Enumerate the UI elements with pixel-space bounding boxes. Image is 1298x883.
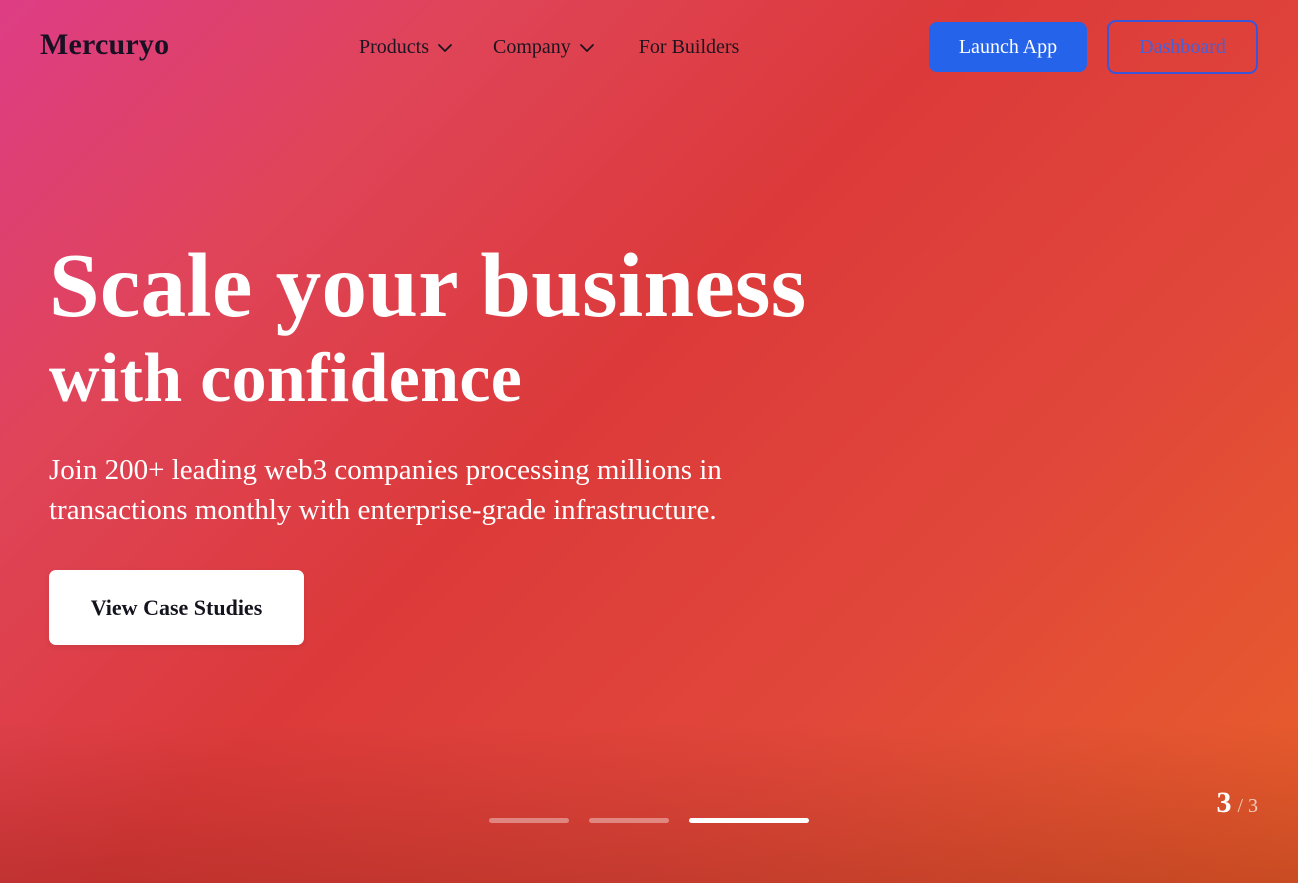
view-case-studies-button[interactable]: View Case Studies xyxy=(49,570,304,645)
nav-item-products[interactable]: Products xyxy=(359,36,453,59)
hero-subtitle: Join 200+ leading web3 companies process… xyxy=(49,454,722,526)
nav-links: Products Company For Builders xyxy=(359,36,739,59)
background-shade xyxy=(0,723,1298,883)
chevron-down-icon xyxy=(437,40,453,56)
carousel-dot-2[interactable] xyxy=(589,818,669,823)
slide-counter-separator: / xyxy=(1237,795,1243,817)
chevron-down-icon xyxy=(579,40,595,56)
slide-counter-current: 3 xyxy=(1216,786,1232,819)
nav-item-label: For Builders xyxy=(638,36,740,58)
dashboard-button[interactable]: Dashboard xyxy=(1107,20,1258,74)
carousel-dot-1[interactable] xyxy=(489,818,569,823)
carousel-dot-3-active[interactable] xyxy=(689,818,809,823)
slide-counter-total: 3 xyxy=(1248,795,1258,817)
hero-title: Scale your business with confidence xyxy=(49,240,806,414)
nav-item-label: Products xyxy=(359,36,429,58)
hero-title-line-1: Scale your business xyxy=(49,235,807,336)
slide-counter: 3 / 3 xyxy=(1216,786,1258,820)
nav-item-for-builders[interactable]: For Builders xyxy=(639,36,740,59)
brand-logo[interactable]: Mercuryo xyxy=(40,28,169,62)
top-navigation: Mercuryo Products Company For Builders L… xyxy=(0,0,1298,96)
launch-app-button[interactable]: Launch App xyxy=(929,22,1087,72)
nav-item-label: Company xyxy=(493,36,571,58)
hero-title-line-2: with confidence xyxy=(49,340,523,417)
carousel-indicators xyxy=(489,818,809,823)
nav-item-company[interactable]: Company xyxy=(493,36,595,59)
